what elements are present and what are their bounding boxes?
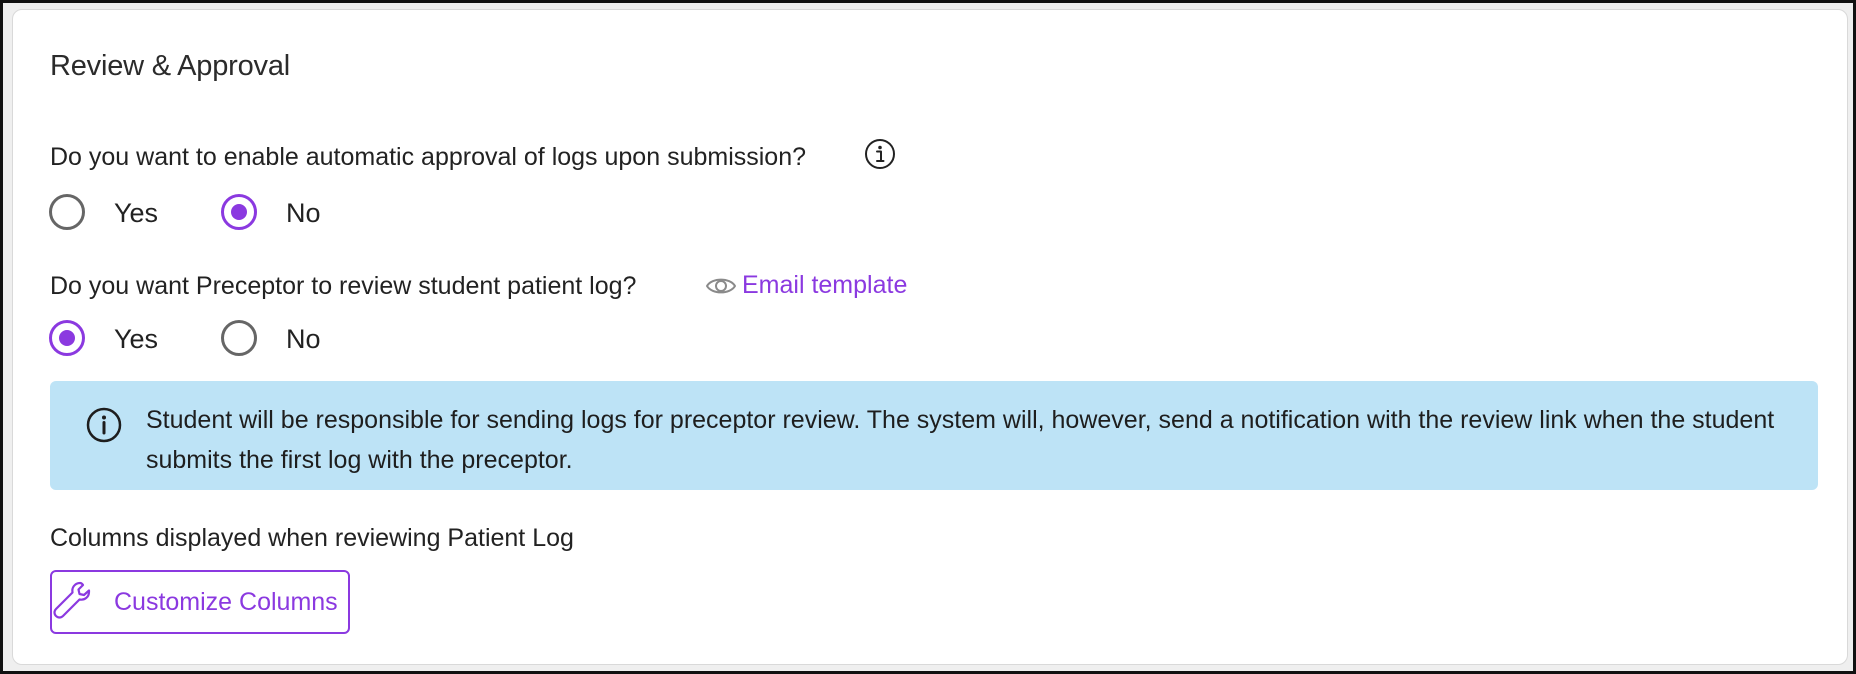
notice-banner: Student will be responsible for sending … (50, 381, 1818, 490)
window-frame: Review & Approval Do you want to enable … (0, 0, 1856, 674)
customize-columns-button[interactable]: Customize Columns (50, 570, 350, 634)
radio-label: Yes (114, 324, 159, 354)
auto-approval-yes-radio[interactable]: Yes (49, 193, 169, 235)
section-title: Review & Approval (50, 50, 290, 82)
preceptor-review-yes-radio[interactable]: Yes (49, 319, 169, 361)
radio-circle[interactable] (49, 194, 85, 230)
radio-circle[interactable] (49, 320, 85, 356)
preceptor-review-no-radio[interactable]: No (221, 319, 331, 361)
auto-approval-question: Do you want to enable automatic approval… (50, 143, 807, 171)
preceptor-review-question: Do you want Preceptor to review student … (50, 272, 637, 300)
radio-circle[interactable] (221, 194, 257, 230)
columns-label: Columns displayed when reviewing Patient… (50, 524, 574, 552)
wrench-icon (53, 581, 91, 619)
customize-columns-label: Customize Columns (114, 588, 338, 616)
auto-approval-no-radio[interactable]: No (221, 193, 331, 235)
radio-label: No (286, 324, 321, 354)
eye-icon (706, 278, 736, 294)
review-approval-card: Review & Approval Do you want to enable … (12, 9, 1848, 665)
info-circle-icon[interactable] (864, 138, 896, 170)
radio-label: No (286, 198, 321, 228)
info-circle-icon (86, 407, 122, 443)
notice-text: Student will be responsible for sending … (146, 406, 1775, 474)
radio-circle[interactable] (221, 320, 257, 356)
radio-label: Yes (114, 198, 159, 228)
email-template-label[interactable]: Email template (742, 271, 907, 300)
